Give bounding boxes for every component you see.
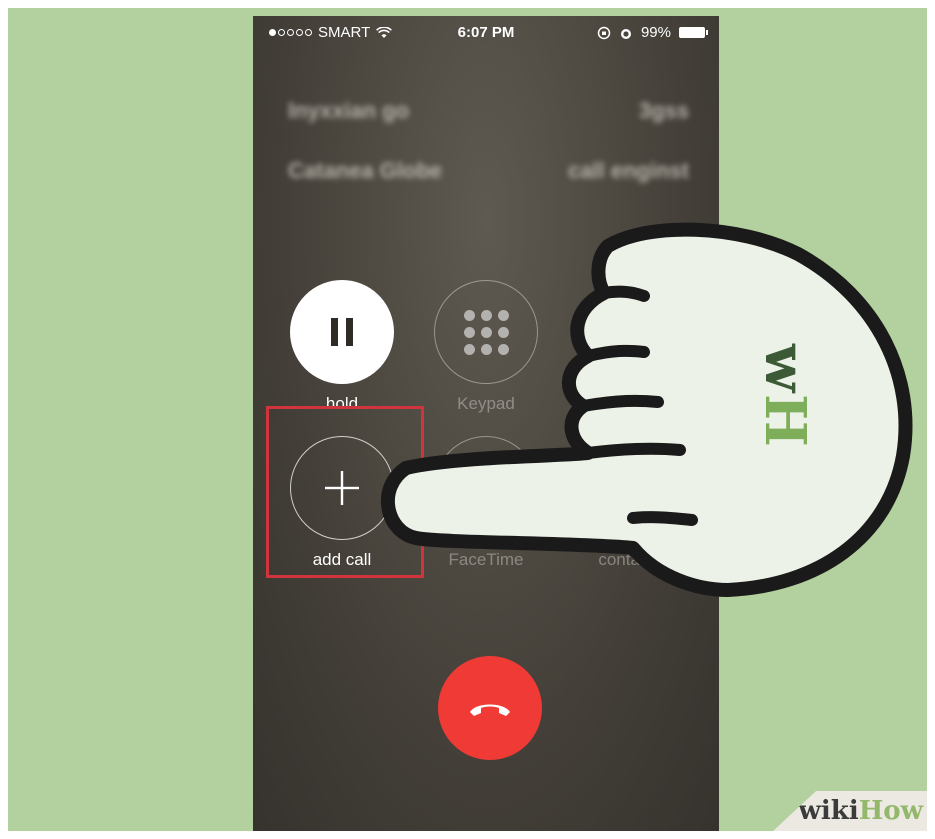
wikihow-logo-on-hand: w H [752,343,818,447]
watermark-how: How [858,796,923,826]
svg-text:H: H [752,394,818,447]
illustration-frame: SMART 6:07 PM 99% Inyxxian go 3gss Catan… [8,8,927,831]
watermark-wiki: wiki [798,796,859,826]
svg-text:w: w [752,343,818,394]
pointing-hand-illustration: w H [381,222,913,597]
